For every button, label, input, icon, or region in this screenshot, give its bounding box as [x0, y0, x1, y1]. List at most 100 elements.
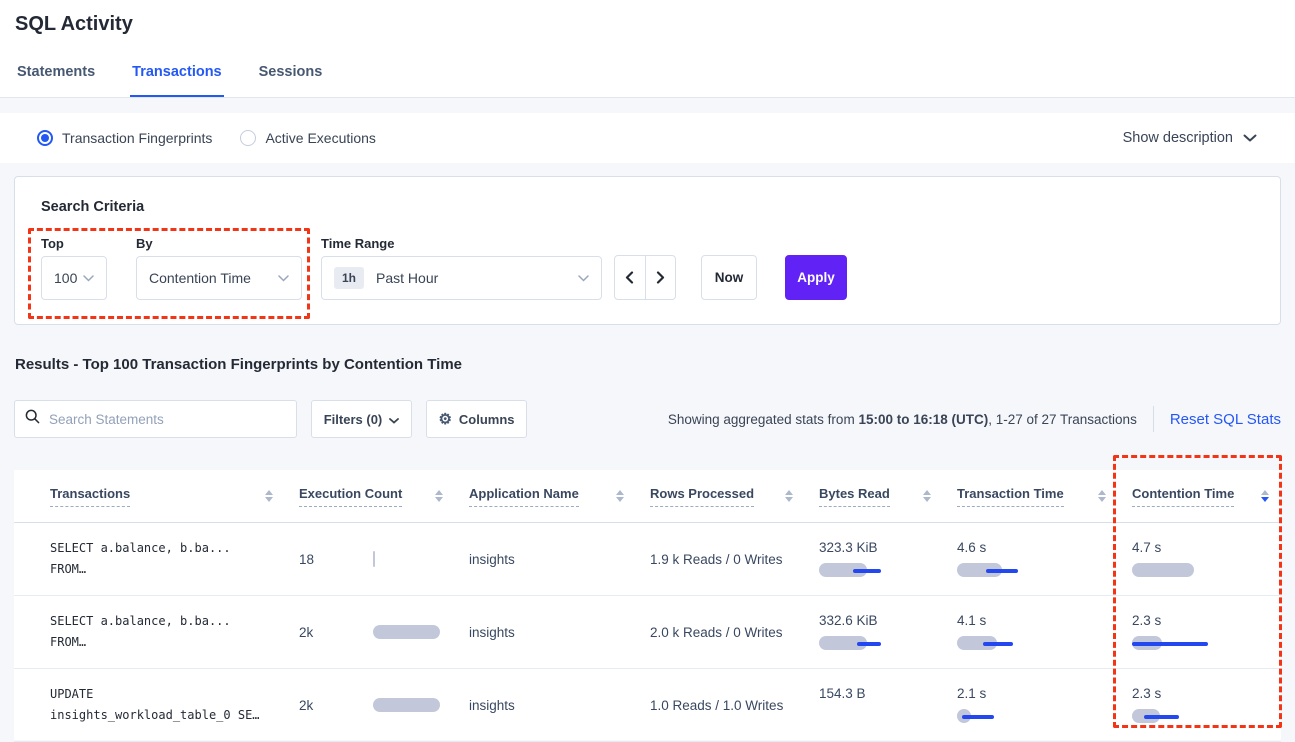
bytes-read-cell: 323.3 KiB: [805, 523, 943, 595]
column-header[interactable]: Application Name: [455, 470, 636, 522]
transaction-time-value: 2.1 s: [957, 686, 1106, 701]
by-label: By: [136, 236, 153, 251]
reset-sql-stats-link[interactable]: Reset SQL Stats: [1170, 411, 1281, 428]
contention-time-bar: [1132, 562, 1212, 578]
column-header-label: Transactions: [50, 486, 130, 507]
execution-count-bar: [373, 697, 443, 713]
sort-icon[interactable]: [915, 490, 931, 502]
view-toggle-bar: Transaction Fingerprints Active Executio…: [0, 113, 1295, 163]
transaction-statement-line1: SELECT a.balance, b.ba...: [50, 611, 273, 632]
execution-count-bar: [373, 551, 443, 567]
transaction-statement-cell[interactable]: UPDATE insights_workload_table_0 SE…: [14, 669, 285, 741]
tab-sessions[interactable]: Sessions: [257, 64, 325, 97]
bytes-read-bar: [819, 635, 899, 651]
time-nav-group: [614, 255, 676, 300]
filters-button[interactable]: Filters (0): [311, 400, 412, 438]
top-label: Top: [41, 236, 64, 251]
gear-icon: ⚙: [438, 412, 451, 427]
transactions-table: Transactions Execution Count Application…: [14, 470, 1281, 740]
sort-icon[interactable]: [777, 490, 793, 502]
column-header[interactable]: Transactions: [14, 470, 285, 522]
tab-statements[interactable]: Statements: [15, 64, 97, 97]
execution-count-bar: [373, 624, 443, 640]
execution-count-cell: 2k: [285, 596, 455, 668]
execution-count-value: 18: [299, 552, 373, 567]
contention-time-cell: 2.3 s: [1118, 596, 1281, 668]
contention-time-value: 4.7 s: [1132, 540, 1269, 555]
transaction-statement-cell[interactable]: SELECT a.balance, b.ba... FROM…: [14, 523, 285, 595]
contention-time-cell: 2.3 s: [1118, 669, 1281, 741]
time-range-select[interactable]: 1h Past Hour: [321, 256, 602, 300]
now-button[interactable]: Now: [701, 255, 757, 300]
table-row[interactable]: SELECT a.balance, b.ba... FROM… 18 insig…: [14, 523, 1281, 596]
search-criteria-title: Search Criteria: [41, 199, 144, 215]
transaction-statement-cell[interactable]: SELECT a.balance, b.ba... FROM…: [14, 596, 285, 668]
column-header-label: Rows Processed: [650, 486, 754, 507]
time-range-label: Time Range: [321, 236, 394, 251]
transaction-statement-line2: FROM…: [50, 632, 273, 653]
execution-count-cell: 2k: [285, 669, 455, 741]
column-header[interactable]: Transaction Time: [943, 470, 1118, 522]
chevron-down-icon: [278, 275, 289, 282]
column-header-label: Bytes Read: [819, 486, 890, 507]
show-description-toggle[interactable]: Show description: [1123, 130, 1257, 146]
transaction-time-cell: 4.6 s: [943, 523, 1118, 595]
table-row[interactable]: SELECT a.balance, b.ba... FROM… 2k insig…: [14, 596, 1281, 669]
tab-transactions[interactable]: Transactions: [130, 64, 223, 97]
column-header-label: Transaction Time: [957, 486, 1064, 507]
chevron-down-icon: [1243, 130, 1257, 146]
radio-icon: [37, 130, 53, 146]
contention-time-bar: [1132, 708, 1212, 724]
transaction-statement-line1: SELECT a.balance, b.ba...: [50, 538, 273, 559]
results-heading: Results - Top 100 Transaction Fingerprin…: [15, 356, 462, 373]
radio-active-executions[interactable]: Active Executions: [240, 130, 376, 146]
column-header[interactable]: Execution Count: [285, 470, 455, 522]
column-header-label: Contention Time: [1132, 486, 1234, 507]
rows-processed-value: 1.0 Reads / 1.0 Writes: [650, 698, 793, 713]
sort-icon[interactable]: [1090, 490, 1106, 502]
search-criteria-card: Search Criteria Top 100 By Contention Ti…: [14, 176, 1281, 325]
next-time-button[interactable]: [645, 256, 676, 299]
aggregated-stats-text: Showing aggregated stats from 15:00 to 1…: [668, 412, 1137, 427]
sort-icon[interactable]: [257, 490, 273, 502]
transaction-time-cell: 2.1 s: [943, 669, 1118, 741]
rows-processed-cell: 1.0 Reads / 1.0 Writes: [636, 669, 805, 741]
transaction-time-cell: 4.1 s: [943, 596, 1118, 668]
transaction-time-value: 4.1 s: [957, 613, 1106, 628]
previous-time-button[interactable]: [615, 256, 645, 299]
radio-transaction-fingerprints[interactable]: Transaction Fingerprints: [37, 130, 212, 146]
sort-icon[interactable]: [608, 490, 624, 502]
transaction-time-bar: [957, 708, 1037, 724]
results-toolbar: Filters (0) ⚙ Columns Showing aggregated…: [14, 400, 1281, 438]
search-statements-input[interactable]: [49, 412, 286, 427]
column-header[interactable]: Contention Time: [1118, 470, 1281, 522]
table-body: SELECT a.balance, b.ba... FROM… 18 insig…: [14, 523, 1281, 742]
apply-button[interactable]: Apply: [785, 255, 847, 300]
column-header[interactable]: Bytes Read: [805, 470, 943, 522]
search-icon: [25, 409, 40, 429]
search-statements-box[interactable]: [14, 400, 297, 438]
sort-icon[interactable]: [1253, 490, 1269, 502]
execution-count-value: 2k: [299, 625, 373, 640]
bytes-read-value: 323.3 KiB: [819, 540, 931, 555]
contention-time-value: 2.3 s: [1132, 613, 1269, 628]
application-name-value: insights: [469, 698, 624, 713]
page-title: SQL Activity: [15, 13, 133, 36]
transaction-statement-line2: FROM…: [50, 559, 273, 580]
radio-icon: [240, 130, 256, 146]
bytes-read-bar: [819, 708, 899, 724]
column-header[interactable]: Rows Processed: [636, 470, 805, 522]
bytes-read-cell: 332.6 KiB: [805, 596, 943, 668]
transaction-statement-line1: UPDATE: [50, 684, 273, 705]
bytes-read-cell: 154.3 B: [805, 669, 943, 741]
sort-icon[interactable]: [427, 490, 443, 502]
application-name-cell: insights: [455, 523, 636, 595]
table-row[interactable]: UPDATE insights_workload_table_0 SE… 2k …: [14, 669, 1281, 742]
transaction-time-value: 4.6 s: [957, 540, 1106, 555]
by-select[interactable]: Contention Time: [136, 256, 302, 300]
tab-bar: Statements Transactions Sessions: [15, 64, 324, 97]
application-name-cell: insights: [455, 596, 636, 668]
top-select[interactable]: 100: [41, 256, 107, 300]
execution-count-value: 2k: [299, 698, 373, 713]
columns-button[interactable]: ⚙ Columns: [426, 400, 527, 438]
